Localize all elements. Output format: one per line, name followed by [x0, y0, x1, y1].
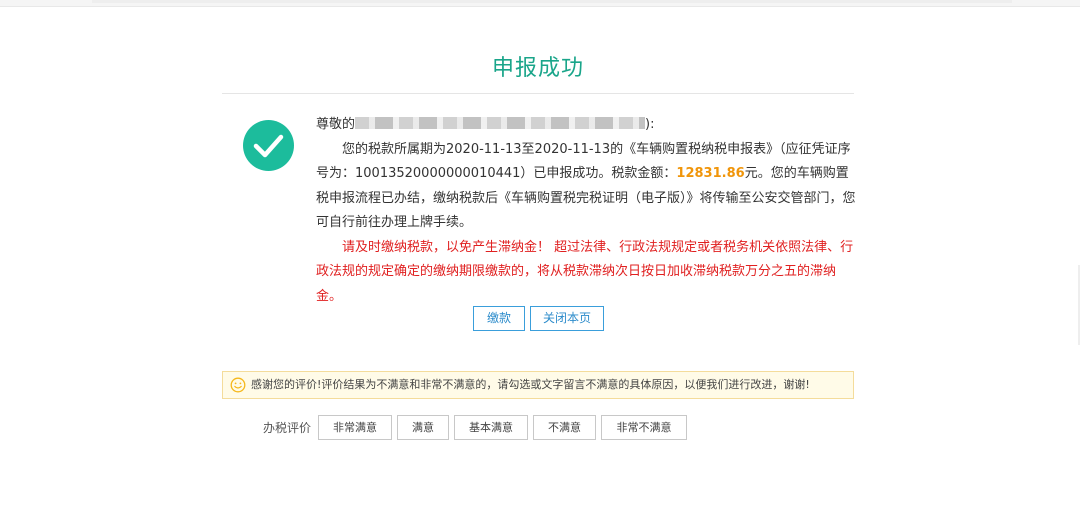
title-divider: [222, 93, 854, 94]
late-payment-warning: 请及时缴纳税款，以免产生滞纳金！ 超过法律、行政法规规定或者税务机关依照法律、行…: [316, 239, 854, 304]
page-title: 申报成功: [491, 56, 584, 81]
rating-dissatisfied-button[interactable]: 不满意: [533, 415, 596, 440]
success-message: 尊敬的): 您的税款所属期为2020-11-13至2020-11-13的《车辆购…: [316, 113, 856, 309]
tax-amount: 12831.86: [676, 166, 745, 181]
rating-notice-bar: 感谢您的评价!评价结果为不满意和非常不满意的，请勾选或文字留言不满意的具体原因，…: [222, 371, 854, 399]
notice-text: 感谢您的评价!评价结果为不满意和非常不满意的，请勾选或文字留言不满意的具体原因，…: [251, 378, 810, 391]
rating-label: 办税评价: [263, 421, 312, 435]
redacted-taxpayer-name: [355, 117, 646, 129]
rating-very-satisfied-button[interactable]: 非常满意: [318, 415, 392, 440]
declaration-details: 您的税款所属期为2020-11-13至2020-11-13的《车辆购置税纳税申报…: [316, 138, 856, 236]
pay-button[interactable]: 缴款: [473, 306, 525, 331]
greeting-prefix: 尊敬的: [316, 117, 356, 132]
smile-icon: [230, 377, 246, 398]
declaration-success-page: 申报成功 尊敬的): 您的税款所属期为2020-11-13至2020-11-13…: [0, 0, 1080, 515]
rating-very-dissatisfied-button[interactable]: 非常不满意: [601, 415, 687, 440]
top-bar: [0, 0, 1080, 7]
rating-satisfied-button[interactable]: 满意: [397, 415, 449, 440]
close-page-button[interactable]: 关闭本页: [530, 306, 604, 331]
greeting-suffix: ):: [645, 117, 655, 132]
top-bar-strip: [92, 0, 1012, 3]
check-circle-icon: [243, 120, 294, 171]
rating-basically-satisfied-button[interactable]: 基本满意: [454, 415, 528, 440]
greeting-line: 尊敬的):: [316, 113, 856, 138]
